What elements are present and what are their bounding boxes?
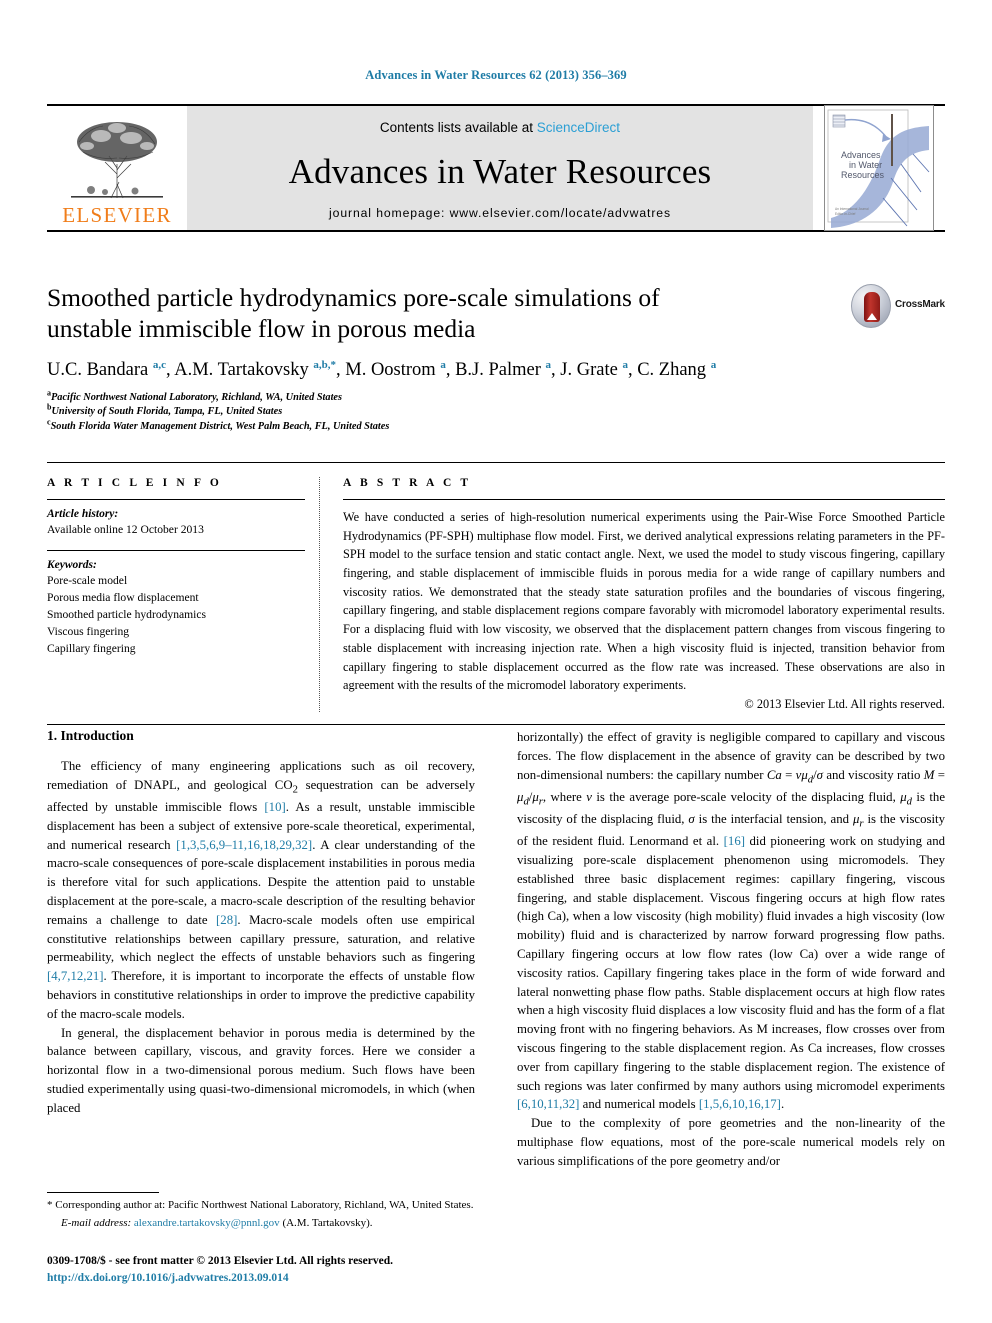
- title-area: Smoothed particle hydrodynamics pore-sca…: [47, 282, 945, 435]
- article-history-label: Article history:: [47, 508, 119, 520]
- article-info-heading: A R T I C L E I N F O: [47, 477, 222, 489]
- paragraph: horizontally) the effect of gravity is n…: [517, 730, 946, 1112]
- crossmark-arrow-icon: [867, 313, 877, 320]
- abstract-heading: A B S T R A C T: [343, 477, 472, 489]
- affiliation-c: cSouth Florida Water Management District…: [47, 418, 945, 435]
- elsevier-tree-icon: [61, 112, 173, 204]
- svg-text:in Water: in Water: [849, 160, 882, 170]
- affiliation-a: aPacific Northwest National Laboratory, …: [47, 389, 945, 406]
- abstract-copyright: © 2013 Elsevier Ltd. All rights reserved…: [744, 696, 945, 711]
- svg-text:Editor-in-Chief: Editor-in-Chief: [835, 212, 855, 216]
- journal-cover-thumbnail: Advances in Water Resources An Internati…: [824, 105, 934, 231]
- corresponding-author-note: * Corresponding author at: Pacific North…: [47, 1199, 474, 1211]
- crossmark-label: CrossMark: [895, 299, 945, 310]
- svg-text:An International Journal: An International Journal: [835, 207, 869, 211]
- keyword-item: Smoothed particle hydrodynamics: [47, 608, 207, 622]
- right-column: horizontally) the effect of gravity is n…: [517, 728, 945, 1171]
- contents-available-line: Contents lists available at ScienceDirec…: [380, 120, 620, 135]
- journal-cover-block: Advances in Water Resources An Internati…: [813, 105, 945, 231]
- article-info-column: A R T I C L E I N F O Article history: A…: [47, 477, 319, 712]
- journal-title: Advances in Water Resources: [288, 152, 712, 191]
- article-history-value: Available online 12 October 2013: [47, 523, 204, 536]
- email-link[interactable]: alexandre.tartakovsky@pnnl.gov: [134, 1217, 280, 1229]
- elsevier-logo-block: ELSEVIER: [47, 106, 187, 230]
- paragraph: In general, the displacement behavior in…: [47, 1025, 475, 1115]
- paragraph: The efficiency of many engineering appli…: [47, 759, 476, 1021]
- page-title: Smoothed particle hydrodynamics pore-sca…: [47, 283, 660, 344]
- keywords-label: Keywords:: [47, 559, 97, 572]
- keywords-list: Pore-scale model Porous media flow displ…: [47, 573, 305, 658]
- author-list: U.C. Bandara a,c, A.M. Tartakovsky a,b,*…: [47, 358, 717, 380]
- email-label: E-mail address:: [61, 1217, 132, 1230]
- journal-masthead: ELSEVIER Contents lists available at Sci…: [47, 104, 945, 232]
- contents-prefix: Contents lists available at: [379, 120, 534, 135]
- colophon-block: 0309-1708/$ - see front matter © 2013 El…: [47, 1253, 517, 1286]
- running-head: Advances in Water Resources 62 (2013) 35…: [365, 68, 627, 82]
- journal-homepage-link[interactable]: journal homepage: www.elsevier.com/locat…: [329, 206, 671, 220]
- affiliation-text-c: South Florida Water Management District,…: [50, 421, 390, 433]
- keyword-item: Porous media flow displacement: [47, 591, 199, 605]
- email-suffix: (A.M. Tartakovsky).: [282, 1217, 373, 1230]
- abstract-rule: [343, 499, 945, 500]
- paper-page: Advances in Water Resources 62 (2013) 35…: [0, 0, 992, 1323]
- keywords-rule: [47, 550, 305, 552]
- keyword-item: Capillary fingering: [47, 642, 136, 656]
- section-heading-introduction: 1. Introduction: [47, 728, 134, 743]
- affiliation-list: aPacific Northwest National Laboratory, …: [47, 389, 945, 435]
- info-abstract-block: A R T I C L E I N F O Article history: A…: [47, 462, 945, 725]
- affiliation-text-b: University of South Florida, Tampa, FL, …: [51, 406, 283, 418]
- email-note: E-mail address: alexandre.tartakovsky@pn…: [47, 1216, 475, 1231]
- footnote-rule: [47, 1192, 159, 1193]
- elsevier-wordmark: ELSEVIER: [62, 203, 172, 227]
- keyword-item: Pore-scale model: [47, 574, 128, 588]
- affiliation-b: bUniversity of South Florida, Tampa, FL,…: [47, 404, 945, 420]
- svg-text:Resources: Resources: [841, 170, 885, 180]
- footnote-block: * Corresponding author at: Pacific North…: [47, 1192, 475, 1232]
- affiliation-text-a: Pacific Northwest National Laboratory, R…: [51, 391, 343, 403]
- issn-copyright-line: 0309-1708/$ - see front matter © 2013 El…: [47, 1255, 393, 1267]
- column-divider: [319, 477, 321, 712]
- keyword-item: Viscous fingering: [47, 625, 130, 639]
- info-abstract-bottom-rule: [47, 723, 945, 725]
- paragraph: Due to the complexity of pore geometries…: [517, 1116, 945, 1168]
- sciencedirect-link[interactable]: ScienceDirect: [537, 120, 620, 135]
- abstract-text: We have conducted a series of high-resol…: [343, 510, 945, 693]
- crossmark-badge[interactable]: CrossMark: [851, 282, 945, 332]
- abstract-column: A B S T R A C T We have conducted a seri…: [343, 477, 945, 712]
- crossmark-circle-icon: [851, 284, 891, 328]
- doi-link[interactable]: http://dx.doi.org/10.1016/j.advwatres.20…: [47, 1270, 517, 1287]
- svg-text:Advances: Advances: [841, 150, 881, 160]
- left-column: 1. Introduction The efficiency of many e…: [47, 728, 475, 1118]
- masthead-center: Contents lists available at ScienceDirec…: [187, 106, 813, 230]
- article-info-rule: [47, 499, 305, 500]
